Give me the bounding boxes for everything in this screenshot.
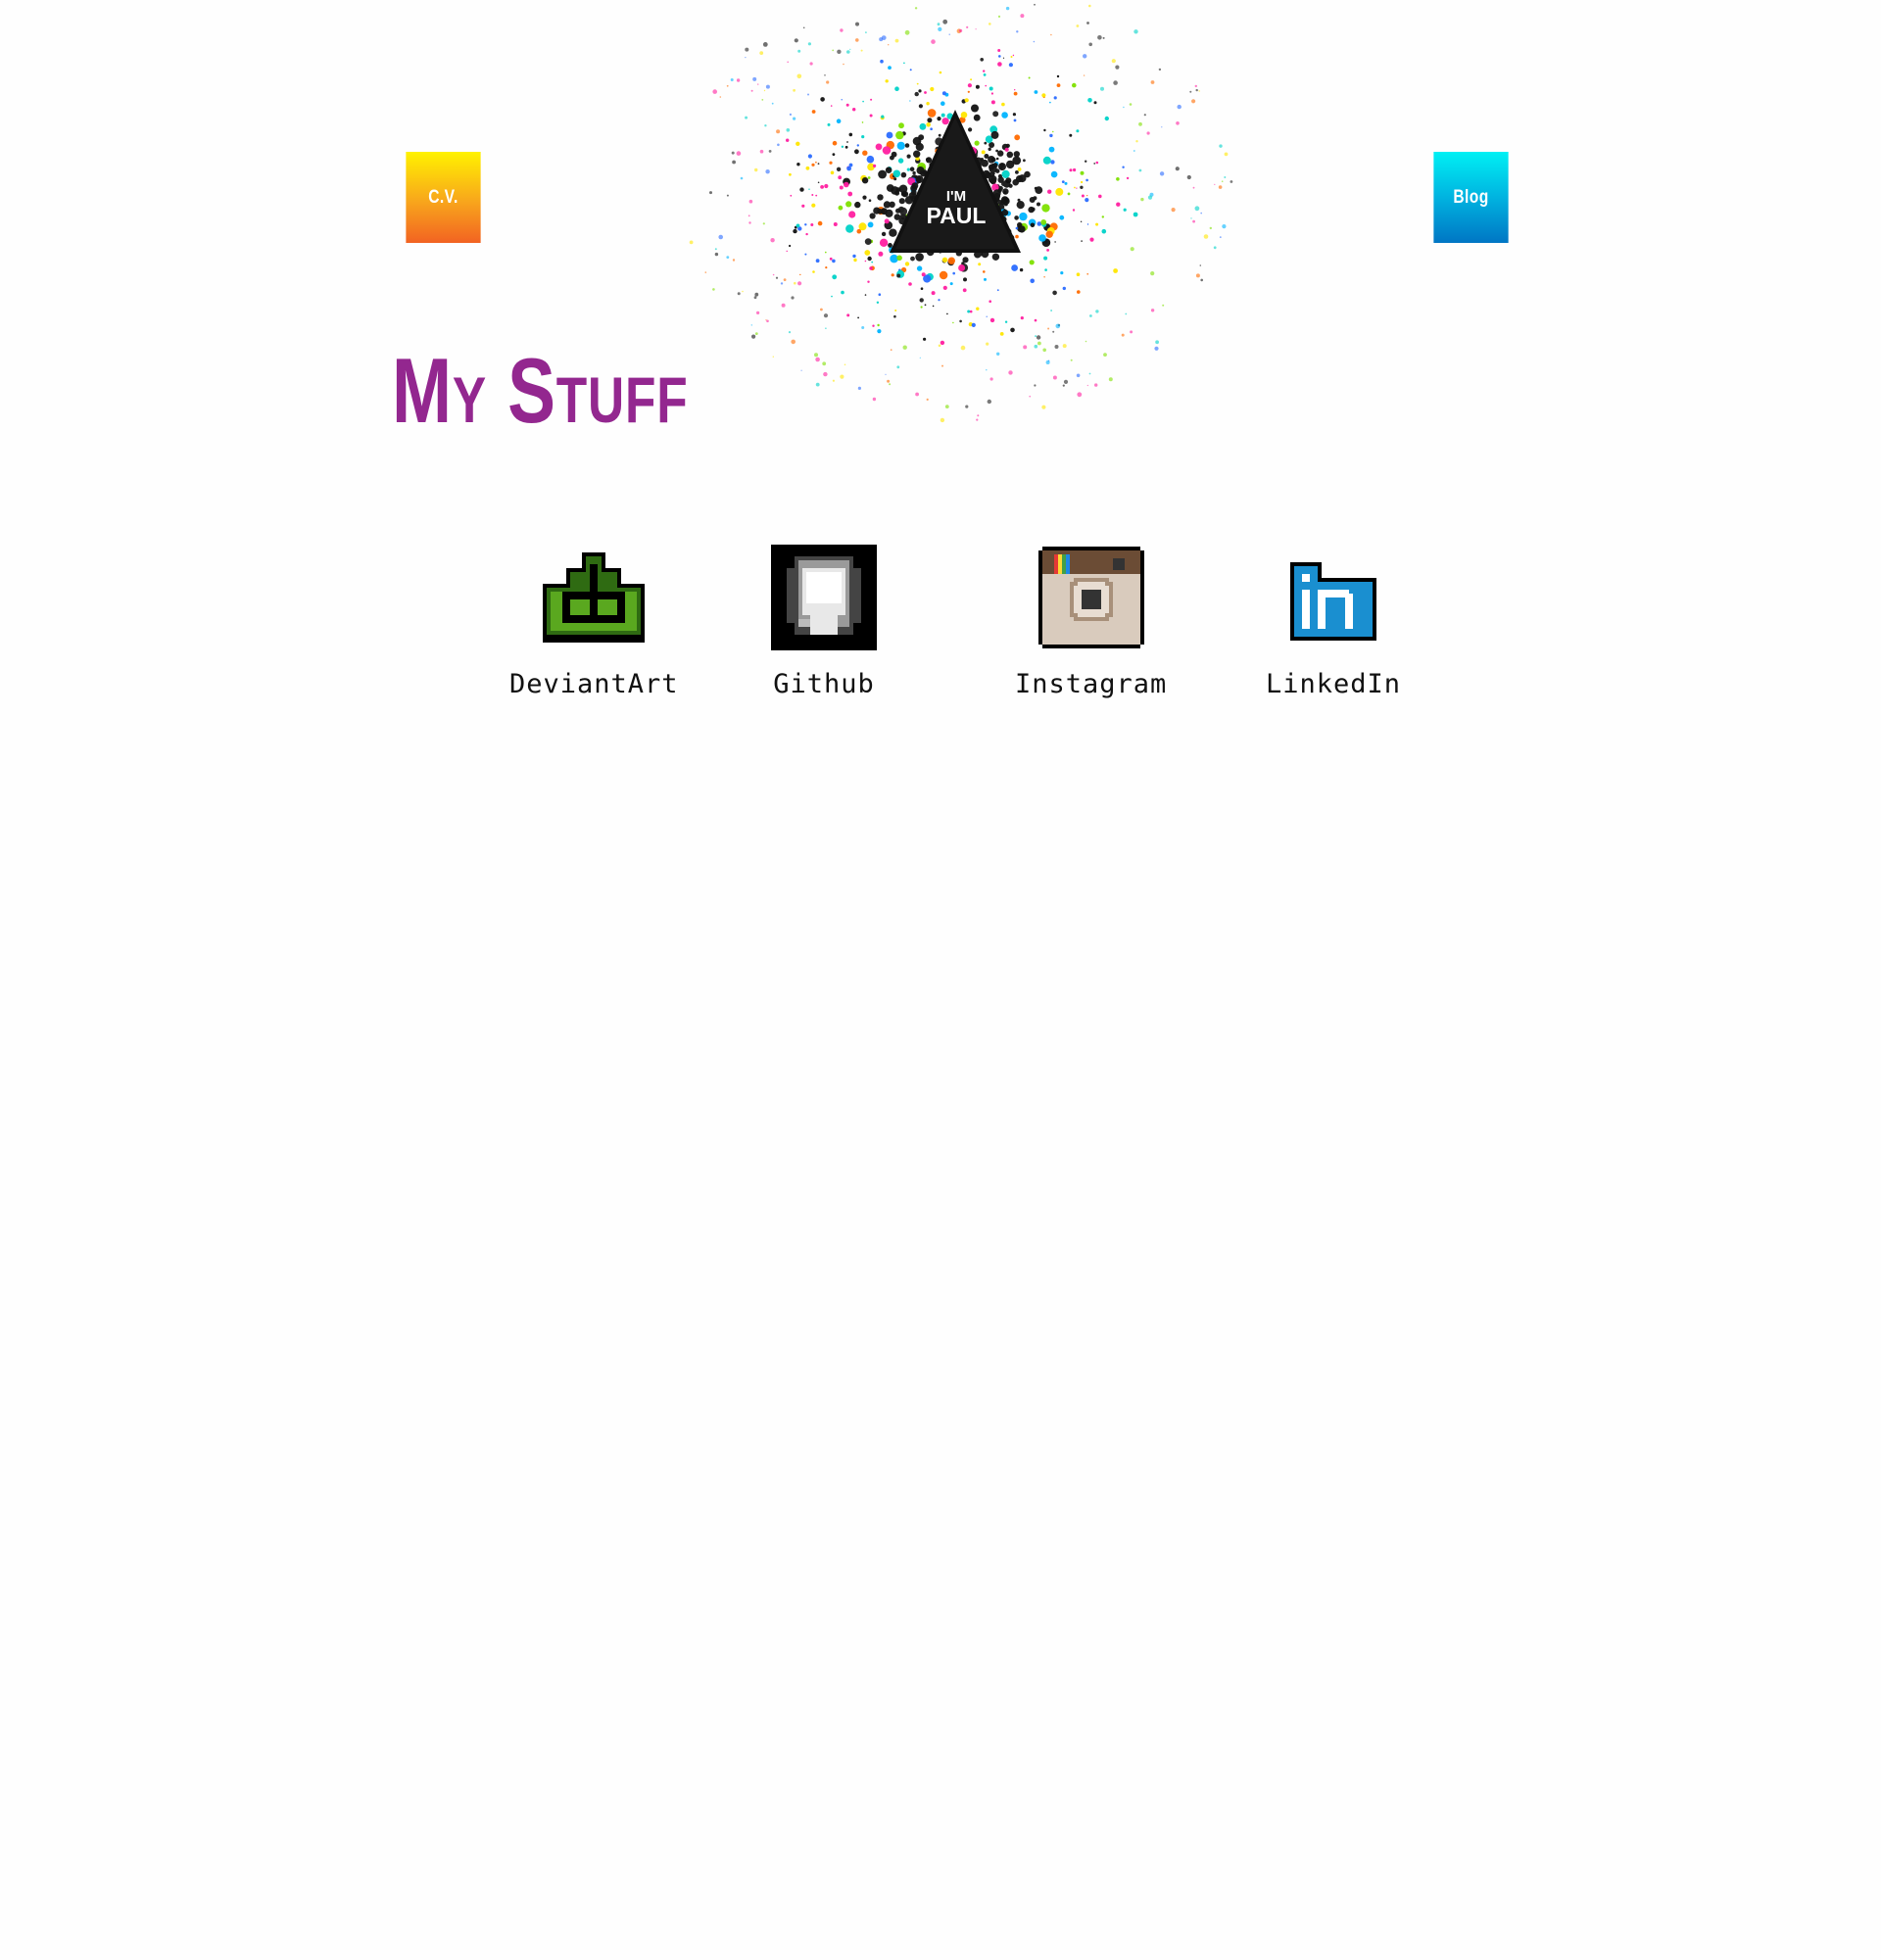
github-label: Github — [773, 669, 875, 699]
deviantart-link[interactable]: DeviantArt — [509, 544, 679, 699]
paint-splatter-logo-icon: I'M PAUL — [689, 3, 1233, 423]
github-icon — [770, 544, 878, 651]
page-title: My Stuff — [392, 339, 689, 442]
blog-button[interactable]: Blog — [1433, 152, 1509, 243]
cv-button[interactable]: C.V. — [406, 152, 481, 243]
page: C.V. Blog I'M PAUL My Stuff DeviantArt G… — [0, 0, 1881, 1960]
cv-button-label: C.V. — [428, 186, 458, 208]
blog-button-label: Blog — [1453, 186, 1489, 208]
deviantart-label: DeviantArt — [509, 669, 679, 699]
instagram-icon — [1037, 544, 1145, 651]
github-link[interactable]: Github — [770, 544, 878, 699]
linkedin-icon — [1279, 544, 1387, 651]
linkedin-link[interactable]: LinkedIn — [1266, 544, 1401, 699]
instagram-link[interactable]: Instagram — [1015, 544, 1167, 699]
linkedin-label: LinkedIn — [1266, 669, 1402, 699]
deviantart-icon — [540, 544, 648, 651]
instagram-label: Instagram — [1015, 669, 1168, 699]
logo-line2: PAUL — [927, 203, 987, 228]
logo[interactable]: I'M PAUL — [686, 0, 1234, 490]
